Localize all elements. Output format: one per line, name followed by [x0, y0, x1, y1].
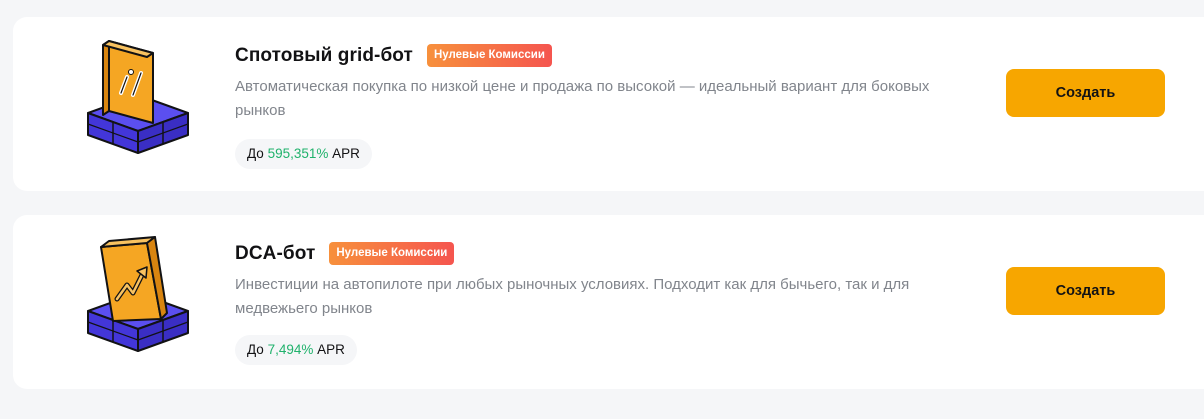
apr-prefix: До [247, 146, 264, 161]
apr-value: 7,494% [267, 342, 314, 357]
create-dca-bot-button[interactable]: Создать [1006, 267, 1165, 315]
apr-prefix: До [247, 342, 264, 357]
bot-title: DCA-бот [235, 242, 316, 264]
bot-title-row: Спотовый grid-бот Нулевые Комиссии [235, 44, 552, 67]
apr-pill: До 595,351% APR [235, 139, 372, 169]
dca-bot-illustration-icon [87, 236, 189, 352]
apr-value: 595,351% [267, 146, 329, 161]
bot-card-grid: Спотовый grid-бот Нулевые Комиссии Автом… [13, 17, 1204, 191]
bot-description: Инвестиции на автопилоте при любых рыноч… [235, 276, 910, 317]
apr-suffix: APR [332, 146, 360, 161]
bot-description: Автоматическая покупка по низкой цене и … [235, 78, 930, 119]
zero-fee-badge: Нулевые Комиссии [329, 242, 455, 265]
zero-fee-badge: Нулевые Комиссии [426, 44, 552, 67]
bot-card-dca: DCA-бот Нулевые Комиссии Инвестиции на а… [13, 215, 1204, 389]
apr-pill: До 7,494% APR [235, 335, 357, 365]
bot-title-row: DCA-бот Нулевые Комиссии [235, 242, 455, 265]
bot-title: Спотовый grid-бот [235, 44, 413, 66]
grid-bot-illustration-icon [87, 40, 189, 154]
apr-suffix: APR [317, 342, 345, 357]
create-grid-bot-button[interactable]: Создать [1006, 69, 1165, 117]
